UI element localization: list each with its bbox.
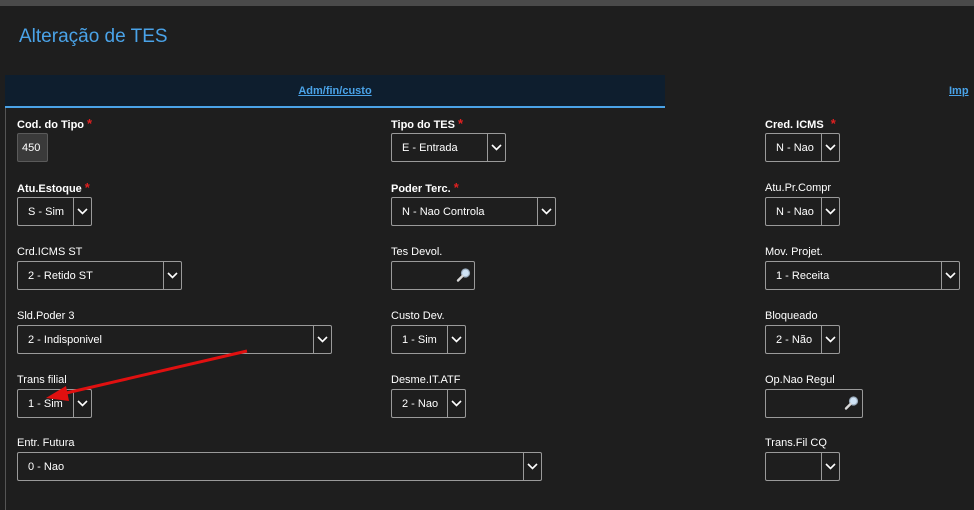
atu-estoque-select[interactable]: S - Sim (17, 197, 92, 226)
required-marker: * (457, 116, 464, 131)
field-tes-devol: Tes Devol. (391, 245, 475, 290)
field-label: Atu.Pr.Compr (765, 182, 832, 194)
field-label: Trans filial (17, 374, 67, 386)
field-label: Cred. ICMS (765, 119, 824, 131)
field-label: Entr. Futura (17, 437, 75, 449)
field-atu-estoque: Atu.Estoque * S - Sim (17, 180, 92, 226)
field-poder-terc: Poder Terc. * N - Nao Controla (391, 180, 556, 226)
field-label: Tes Devol. (391, 246, 443, 258)
chevron-down-icon[interactable] (821, 134, 839, 161)
tipo-tes-select[interactable]: E - Entrada (391, 133, 506, 162)
field-label: Custo Dev. (391, 310, 445, 322)
chevron-down-icon[interactable] (73, 198, 91, 225)
search-icon[interactable] (844, 395, 860, 411)
field-label: Mov. Projet. (765, 246, 823, 258)
chevron-down-icon[interactable] (447, 326, 465, 353)
cred-icms-select[interactable]: N - Nao (765, 133, 840, 162)
chevron-down-icon[interactable] (821, 198, 839, 225)
atu-pr-compr-select[interactable]: N - Nao (765, 197, 840, 226)
field-label: Tipo do TES (391, 119, 455, 131)
field-atu-pr-compr: Atu.Pr.Compr N - Nao (765, 181, 840, 226)
crd-icms-st-select[interactable]: 2 - Retido ST (17, 261, 182, 290)
tab-adm-fin-custo[interactable]: Adm/fin/custo (5, 75, 665, 108)
required-marker: * (453, 180, 459, 195)
field-entr-futura: Entr. Futura 0 - Nao (17, 436, 542, 481)
sld-poder3-select[interactable]: 2 - Indisponivel (17, 325, 332, 354)
chevron-down-icon[interactable] (537, 198, 555, 225)
trans-fil-cq-select[interactable] (765, 452, 840, 481)
op-nao-regul-input[interactable] (765, 389, 863, 418)
field-label: Bloqueado (765, 310, 818, 322)
chevron-down-icon[interactable] (73, 390, 91, 417)
field-label: Op.Nao Regul (765, 374, 835, 386)
poder-terc-select[interactable]: N - Nao Controla (391, 197, 556, 226)
field-sld-poder3: Sld.Poder 3 2 - Indisponivel (17, 309, 332, 354)
tes-devol-input[interactable] (391, 261, 475, 290)
field-label: Trans.Fil CQ (765, 437, 827, 449)
field-trans-filial: Trans filial 1 - Sim (17, 373, 92, 418)
required-marker: * (87, 116, 93, 131)
chevron-down-icon[interactable] (163, 262, 181, 289)
custo-dev-select[interactable]: 1 - Sim (391, 325, 466, 354)
top-bar (0, 0, 974, 6)
tab-imp[interactable]: Imp (949, 85, 969, 97)
chevron-down-icon[interactable] (941, 262, 959, 289)
field-label: Sld.Poder 3 (17, 310, 75, 322)
chevron-down-icon[interactable] (313, 326, 331, 353)
field-crd-icms-st: Crd.ICMS ST 2 - Retido ST (17, 245, 182, 290)
field-bloqueado: Bloqueado 2 - Não (765, 309, 840, 354)
field-trans-fil-cq: Trans.Fil CQ (765, 436, 840, 481)
tab-bar: Adm/fin/custo Imp (5, 75, 974, 108)
chevron-down-icon[interactable] (821, 453, 839, 480)
field-label: Poder Terc. (391, 183, 451, 195)
field-custo-dev: Custo Dev. 1 - Sim (391, 309, 466, 354)
field-op-nao-regul: Op.Nao Regul (765, 373, 863, 418)
chevron-down-icon[interactable] (487, 134, 505, 161)
mov-projet-select[interactable]: 1 - Receita (765, 261, 960, 290)
field-label: Cod. do Tipo (17, 119, 85, 131)
field-cod-tipo: Cod. do Tipo * 450 (17, 116, 93, 162)
required-marker: * (830, 116, 836, 131)
chevron-down-icon[interactable] (821, 326, 839, 353)
bloqueado-select[interactable]: 2 - Não (765, 325, 840, 354)
field-mov-projet: Mov. Projet. 1 - Receita (765, 245, 960, 290)
entr-futura-select[interactable]: 0 - Nao (17, 452, 542, 481)
search-icon[interactable] (456, 267, 472, 283)
desme-it-atf-select[interactable]: 2 - Nao (391, 389, 466, 418)
trans-filial-select[interactable]: 1 - Sim (17, 389, 92, 418)
field-desme-it-atf: Desme.IT.ATF 2 - Nao (391, 373, 466, 418)
field-cred-icms: Cred. ICMS * N - Nao (765, 116, 840, 162)
cod-tipo-input: 450 (17, 133, 48, 162)
form-area (5, 108, 974, 510)
field-tipo-tes: Tipo do TES * E - Entrada (391, 116, 506, 162)
field-label: Desme.IT.ATF (391, 374, 461, 386)
chevron-down-icon[interactable] (523, 453, 541, 480)
field-label: Crd.ICMS ST (17, 246, 83, 258)
field-label: Atu.Estoque (17, 183, 82, 195)
page-title: Alteração de TES (19, 26, 168, 47)
tab-label: Adm/fin/custo (298, 85, 372, 97)
chevron-down-icon[interactable] (447, 390, 465, 417)
required-marker: * (84, 180, 90, 195)
